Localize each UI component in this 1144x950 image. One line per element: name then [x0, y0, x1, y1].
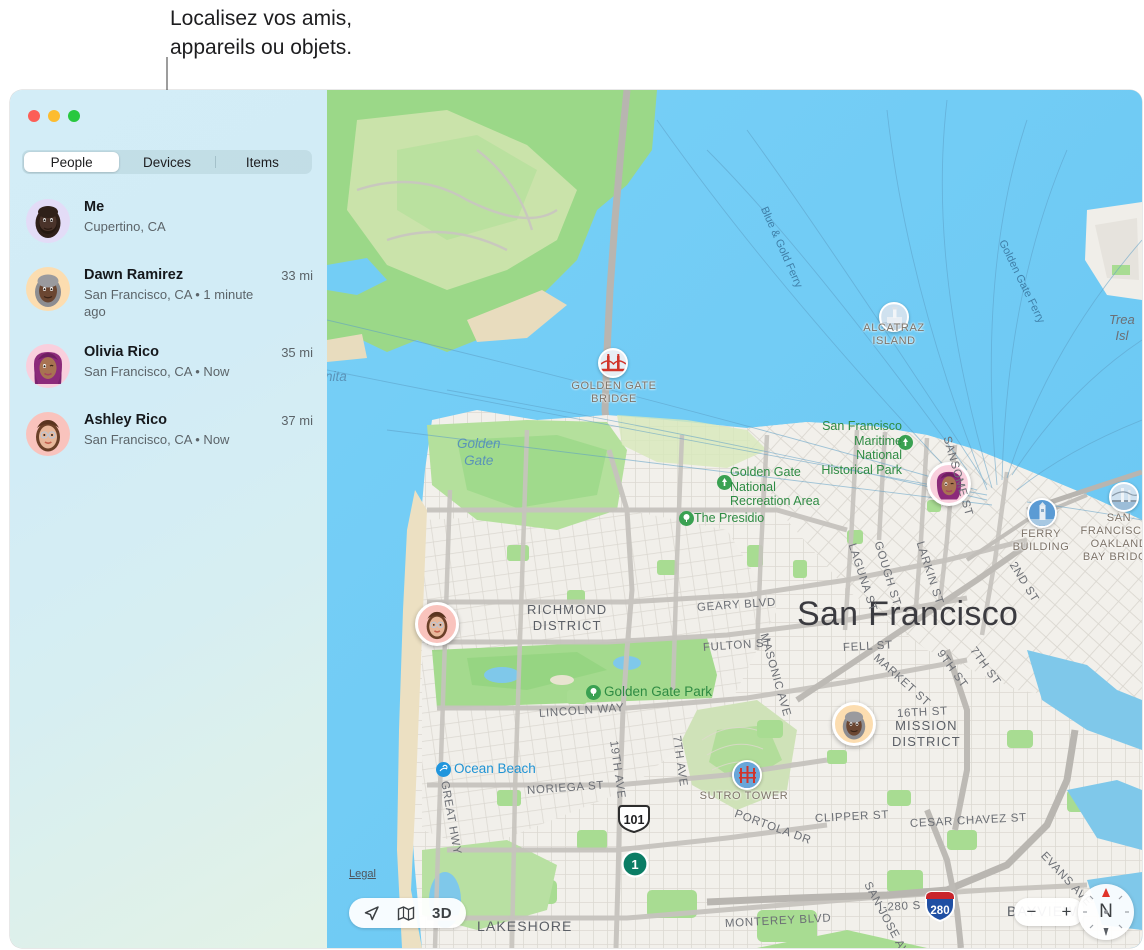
highway-shield-us-101: 101	[617, 805, 651, 833]
golden-gate-bridge-icon[interactable]	[598, 348, 628, 378]
close-button[interactable]	[28, 110, 40, 122]
beach-marker-icon	[436, 762, 451, 777]
list-item[interactable]: Olivia Rico San Francisco, CA • Now 35 m…	[10, 331, 327, 399]
legal-link[interactable]: Legal	[349, 868, 376, 880]
avatar-ashley-rico	[26, 412, 70, 456]
minimize-button[interactable]	[48, 110, 60, 122]
person-distance: 37 mi	[281, 410, 313, 428]
tab-people-label: People	[51, 155, 93, 170]
highway-shield-i-280: 280	[923, 890, 957, 922]
person-subtitle: San Francisco, CA • Now	[84, 363, 256, 380]
alcatraz-island-icon[interactable]	[879, 302, 909, 332]
location-arrow-icon[interactable]	[363, 905, 380, 922]
maximize-button[interactable]	[68, 110, 80, 122]
map-canvas[interactable]: Golden Gate nita Trea Isl San Francisco …	[327, 90, 1142, 948]
zoom-controls: − +	[1014, 898, 1084, 926]
highway-shield-ca-1: 1	[621, 850, 649, 878]
svg-text:280: 280	[930, 905, 949, 917]
people-list: Me Cupertino, CA	[10, 186, 327, 467]
tab-items[interactable]: Items	[215, 152, 310, 172]
list-item-info: Dawn Ramirez San Francisco, CA • 1 minut…	[84, 265, 281, 320]
avatar-olivia-rico	[26, 344, 70, 388]
callout-text: Localisez vos amis, appareils ou objets.	[170, 4, 352, 62]
window-traffic-lights	[28, 110, 80, 122]
person-name: Dawn Ramirez	[84, 266, 281, 285]
map-icon[interactable]	[397, 905, 415, 922]
map-controls-pill: 3D	[349, 898, 466, 928]
find-my-window: People Devices Items	[10, 90, 1142, 948]
person-pin-olivia-rico[interactable]	[927, 462, 971, 506]
list-item-info: Ashley Rico San Francisco, CA • Now	[84, 410, 281, 448]
person-subtitle: San Francisco, CA • 1 minute ago	[84, 286, 256, 320]
park-marker-icon	[586, 685, 601, 700]
person-distance: 35 mi	[281, 342, 313, 360]
person-name: Me	[84, 198, 313, 217]
tab-people[interactable]: People	[24, 152, 119, 172]
person-distance: 33 mi	[281, 265, 313, 283]
compass-control[interactable]: N	[1078, 884, 1134, 940]
list-item-info: Olivia Rico San Francisco, CA • Now	[84, 342, 281, 380]
person-pin-dawn-ramirez[interactable]	[832, 702, 876, 746]
list-item-info: Me Cupertino, CA	[84, 197, 313, 235]
three-d-toggle[interactable]: 3D	[432, 905, 452, 922]
ferry-building-icon[interactable]	[1027, 498, 1057, 528]
svg-text:1: 1	[631, 857, 638, 872]
park-marker-icon	[717, 475, 732, 490]
person-subtitle: Cupertino, CA	[84, 218, 256, 235]
avatar-dawn-ramirez	[26, 267, 70, 311]
svg-text:101: 101	[624, 813, 645, 827]
park-marker-icon	[679, 511, 694, 526]
park-marker-icon	[898, 435, 913, 450]
bay-bridge-icon[interactable]	[1109, 482, 1139, 512]
list-item[interactable]: Dawn Ramirez San Francisco, CA • 1 minut…	[10, 254, 327, 331]
list-item[interactable]: Ashley Rico San Francisco, CA • Now 37 m…	[10, 399, 327, 467]
person-name: Olivia Rico	[84, 343, 281, 362]
tab-devices-label: Devices	[143, 155, 191, 170]
map-geometry	[327, 90, 1142, 948]
sidebar: People Devices Items	[10, 90, 327, 948]
list-item[interactable]: Me Cupertino, CA	[10, 186, 327, 254]
zoom-out-button[interactable]: −	[1027, 902, 1037, 922]
tab-devices[interactable]: Devices	[119, 152, 214, 172]
tab-items-label: Items	[246, 155, 279, 170]
person-name: Ashley Rico	[84, 411, 281, 430]
person-pin-ashley-rico[interactable]	[415, 602, 459, 646]
screenshot-root: Localisez vos amis, appareils ou objets.…	[0, 0, 1144, 950]
segmented-control: People Devices Items	[22, 150, 312, 174]
avatar-me	[26, 199, 70, 243]
person-subtitle: San Francisco, CA • Now	[84, 431, 256, 448]
sutro-tower-icon[interactable]	[732, 760, 762, 790]
zoom-in-button[interactable]: +	[1062, 902, 1072, 922]
